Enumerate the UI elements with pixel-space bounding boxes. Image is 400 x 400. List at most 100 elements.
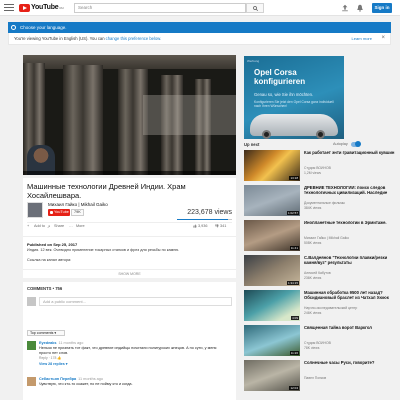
view-replies-button[interactable]: View 28 replies ▾ [39, 362, 68, 366]
video-title: Машинные технологии Древней Индии. Храм … [27, 182, 186, 200]
video-duration: 11:26 [289, 351, 299, 355]
recommended-video[interactable]: 4:09 Машинная обработка 9500 лет назад? О… [244, 290, 399, 322]
like-button[interactable]: 3,936 [193, 224, 208, 228]
video-thumbnail[interactable]: 12:04 [244, 360, 300, 391]
description-link-text: Ссылка на канал автора: [27, 258, 72, 262]
sign-in-button[interactable]: Sign in [372, 3, 392, 13]
upload-icon[interactable] [341, 4, 349, 12]
search-input[interactable]: Search [74, 3, 246, 13]
ad-headline: Opel Corsa konfigurieren [254, 68, 306, 86]
comments-count: COMMENTS • 756 [27, 286, 63, 291]
play-logo-icon [19, 3, 30, 12]
video-player[interactable] [23, 55, 236, 175]
comment-avatar[interactable] [27, 377, 36, 386]
video-duration: 13:18 [289, 176, 299, 180]
comment-time: 11 months ago [78, 377, 104, 381]
temple-pillar [63, 65, 103, 175]
comment-author[interactable]: Себастьян Перейра 11 months ago [39, 377, 103, 381]
recommended-channel: Научно-исследовательский центр [304, 306, 358, 310]
ad-subline: Genau so, wie Sie ihn möchten. [254, 92, 314, 97]
recommended-channel: Студия ВОИНОВ [304, 166, 331, 170]
recommended-video[interactable]: 13:18 Как работает энти гравитационный ку… [244, 150, 399, 182]
ad-caption: Werbung [247, 59, 260, 63]
comment-time: 11 months ago [58, 341, 84, 345]
user-avatar [27, 297, 36, 306]
search-icon [252, 5, 258, 11]
car-wheel [316, 130, 325, 139]
close-notice-icon[interactable]: × [381, 35, 385, 41]
advertisement[interactable]: Werbung Opel Corsa konfigurieren Genau so… [244, 56, 344, 139]
notifications-bell-icon[interactable] [356, 4, 364, 12]
menu-icon[interactable] [4, 4, 14, 11]
show-more-button[interactable]: SHOW MORE [23, 269, 236, 276]
recommended-views: 236K views [304, 276, 322, 280]
youtube-logo[interactable]: YouTube RU [19, 3, 64, 12]
comments-section: COMMENTS • 756 Add a public comment... T… [23, 282, 236, 400]
video-thumbnail[interactable]: 11:26 [244, 325, 300, 356]
recommended-channel: Алексей Кабутов [304, 271, 331, 275]
comment-actions[interactable]: Reply · 178 👍 [39, 356, 62, 360]
like-count: 3,936 [198, 224, 208, 228]
comment-text: Чувствую, что кто-то скажет, но не пойму… [39, 382, 133, 386]
dislike-button[interactable]: 341 [215, 224, 226, 228]
learn-more-link[interactable]: Learn more [352, 36, 372, 41]
video-thumbnail[interactable]: 13:18 [244, 150, 300, 181]
description-text: Индия. 12 век. Очевидно применение токар… [27, 248, 180, 252]
sort-comments-dropdown[interactable]: Top comments ▾ [27, 330, 65, 336]
language-gear-icon [11, 25, 16, 30]
add-to-icon: + [27, 224, 30, 228]
language-notice-header: Choose your language. [8, 22, 391, 33]
recommended-title[interactable]: Машинная обработка 9500 лет назад? Обсид… [304, 290, 399, 300]
autoplay-toggle[interactable] [351, 141, 361, 147]
recommended-channel: Документальные фильмы [304, 201, 345, 205]
like-ratio-bar [177, 219, 232, 220]
recommended-video[interactable]: 1:02:57 ДРЕВНИЕ ТЕХНОЛОГИИ: поиск следов … [244, 185, 399, 217]
video-thumbnail[interactable]: 4:09 [244, 290, 300, 321]
video-duration: 12:04 [289, 386, 299, 390]
recommended-video[interactable]: 11:26 Священная тайна ворот Варкгол Студия… [244, 325, 399, 357]
video-thumbnail[interactable]: 1:34:15 [244, 255, 300, 286]
add-comment-input[interactable]: Add a public comment... [39, 297, 232, 306]
publish-date: Published on Sep 25, 2017 [27, 242, 78, 247]
add-to-button[interactable]: + Add to [27, 224, 45, 228]
recommended-title[interactable]: С.Валдеянов "Технологии плавки/резки кам… [304, 255, 399, 265]
divider [27, 222, 232, 223]
video-duration: 4:09 [291, 316, 299, 320]
share-button[interactable]: ↗ Share [47, 224, 64, 229]
channel-name[interactable]: Михаил Гайко | Mikhail Gaiko [48, 202, 108, 207]
comment-text: Нельзя не признать тот факт, что древние… [39, 346, 217, 355]
player-controls[interactable] [23, 171, 236, 175]
language-notice-body: You're viewing YouTube in English (US). … [8, 33, 391, 45]
subscriber-count: 79K [71, 209, 84, 216]
recommended-title[interactable]: ДРЕВНИЕ ТЕХНОЛОГИИ: поиск следов техноло… [304, 185, 399, 195]
like-ratio-fill [177, 219, 228, 220]
comment-avatar[interactable] [27, 341, 36, 350]
recommended-channel: Студия ВОИНОВ [304, 341, 331, 345]
recommended-video[interactable]: 11:41 Инопланетные технологии в Эрмитаже.… [244, 220, 399, 252]
thumbs-down-icon [215, 224, 219, 228]
ad-body: Konfigurieren Sie jetzt den Opel Corsa g… [254, 100, 334, 108]
comment-author[interactable]: Eyedeaks 11 months ago [39, 341, 83, 345]
recommended-title[interactable]: Священная тайна ворот Варкгол [304, 325, 399, 330]
video-info-panel: Машинные технологии Древней Индии. Храм … [23, 178, 236, 242]
up-next-label: Up next [244, 142, 260, 147]
recommended-views: 1,2M views [304, 171, 321, 175]
masthead: YouTube RU Search Sign in [0, 0, 400, 16]
share-icon: ↗ [47, 225, 51, 229]
recommended-title[interactable]: Инопланетные технологии в Эрмитаже. [304, 220, 399, 225]
change-preference-link[interactable]: change this preference below. [106, 36, 162, 41]
video-thumbnail[interactable]: 1:02:57 [244, 185, 300, 216]
recommended-video[interactable]: 1:34:15 С.Валдеянов "Технологии плавки/ре… [244, 255, 399, 287]
more-button[interactable]: … More [69, 224, 85, 228]
language-notice-title: Choose your language. [20, 25, 67, 30]
recommended-title[interactable]: Солнечные часы Руси, говорите? [304, 360, 399, 365]
video-duration: 1:34:15 [286, 281, 299, 285]
video-thumbnail[interactable]: 11:41 [244, 220, 300, 251]
comment-item: Себастьян Перейра 11 months ago Чувствую,… [27, 377, 232, 397]
recommended-video[interactable]: 12:04 Солнечные часы Руси, говорите? Павел… [244, 360, 399, 392]
channel-avatar[interactable] [27, 202, 43, 218]
recommended-views: 508K views [304, 241, 322, 245]
recommended-title[interactable]: Как работает энти гравитационный кувшин [304, 150, 399, 155]
subscribe-button[interactable]: YouTube [48, 209, 70, 216]
search-button[interactable] [246, 3, 264, 13]
